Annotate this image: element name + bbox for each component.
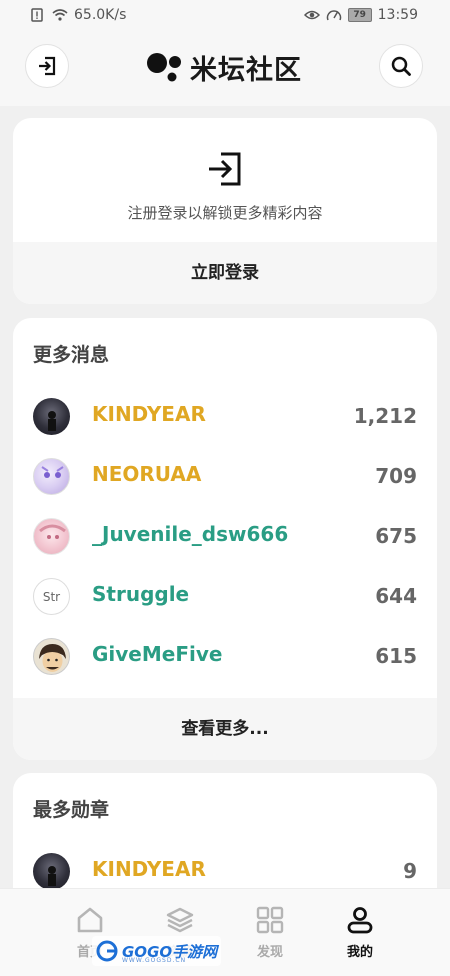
avatar — [33, 398, 70, 435]
user-name: _Juvenile_dsw666 — [92, 522, 289, 546]
nav-label: 发现 — [256, 945, 283, 960]
watermark: GOGO手游网 WWW.GOGSD.CN — [92, 936, 222, 966]
clock: 13:59 — [377, 7, 418, 23]
battery-indicator: 79 — [347, 8, 372, 22]
list-item[interactable]: NEORUAA 709 — [13, 446, 437, 506]
list-item[interactable]: KINDYEAR 1,212 — [13, 386, 437, 446]
medal-count: 9 — [403, 859, 417, 883]
grid-icon — [256, 906, 284, 934]
more-messages-card: 更多消息 KINDYEAR 1,212 NEORUAA 709 _Juvenil… — [13, 318, 437, 760]
home-icon — [77, 907, 103, 933]
user-name: GiveMeFive — [92, 642, 223, 666]
network-speed: 65.0K/s — [74, 7, 127, 23]
view-more-button[interactable]: 查看更多... — [13, 698, 437, 760]
user-name: KINDYEAR — [92, 402, 206, 426]
eye-icon — [303, 10, 320, 20]
message-count: 615 — [375, 644, 417, 668]
list-item[interactable]: Str Struggle 644 — [13, 566, 437, 626]
search-button[interactable] — [379, 44, 423, 88]
user-name: KINDYEAR — [92, 857, 206, 881]
avatar — [33, 458, 70, 495]
top-header: 米坛社区 — [0, 32, 450, 106]
logo-text: 米坛社区 — [190, 54, 302, 86]
avatar — [33, 518, 70, 555]
nav-label: 我的 — [346, 945, 373, 960]
wifi-icon — [52, 9, 68, 21]
section-title: 更多消息 — [33, 344, 110, 366]
login-card: 注册登录以解锁更多精彩内容 立即登录 — [13, 118, 437, 304]
message-count: 644 — [375, 584, 417, 608]
user-name: Struggle — [92, 582, 190, 606]
login-icon — [39, 56, 56, 76]
layers-icon — [166, 907, 194, 933]
login-tip: 注册登录以解锁更多精彩内容 — [127, 204, 323, 222]
watermark-sub: WWW.GOGSD.CN — [122, 957, 187, 964]
sim-alert-icon — [31, 8, 43, 22]
nav-item-mine[interactable]: 我的 — [330, 905, 390, 960]
bottom-navigation: 首页 资源 发现 我的 — [0, 888, 450, 976]
app-logo: 米坛社区 — [146, 49, 302, 86]
login-button[interactable] — [25, 44, 69, 88]
login-icon — [209, 152, 241, 186]
avatar-text: Str — [42, 589, 61, 604]
avatar — [33, 853, 70, 890]
avatar — [33, 638, 70, 675]
status-bar: 65.0K/s 79 13:59 — [0, 0, 450, 32]
message-count: 1,212 — [353, 404, 417, 428]
nav-item-discover[interactable]: 发现 — [240, 905, 300, 960]
avatar: Str — [33, 578, 70, 615]
speed-icon — [326, 10, 341, 21]
list-item[interactable]: _Juvenile_dsw666 675 — [13, 506, 437, 566]
list-item[interactable]: GiveMeFive 615 — [13, 626, 437, 686]
user-icon — [347, 907, 373, 934]
section-title: 最多勋章 — [33, 799, 110, 821]
search-icon — [391, 56, 411, 76]
login-now-button[interactable]: 立即登录 — [13, 242, 437, 304]
watermark-logo-icon — [96, 940, 118, 962]
message-count: 675 — [375, 524, 417, 548]
user-name: NEORUAA — [92, 462, 202, 486]
logo-dots-icon — [147, 53, 181, 82]
message-count: 709 — [375, 464, 417, 488]
